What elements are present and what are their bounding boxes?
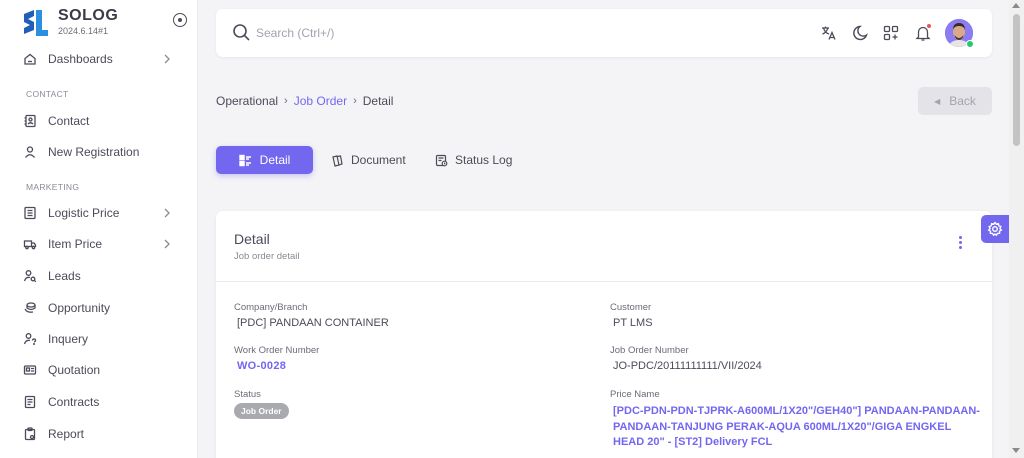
brand-version: 2024.6.14#1 (58, 26, 109, 36)
truck-icon (22, 236, 38, 252)
sidebar-item-contracts[interactable]: Contracts (22, 389, 180, 415)
job-order-number-value: JO-PDC/20111111111/VII/2024 (613, 360, 762, 372)
tab-document[interactable]: Document (330, 146, 406, 174)
back-button[interactable]: ◀ Back (918, 87, 992, 115)
sidebar-item-label: Report (48, 427, 85, 441)
solog-logo (24, 10, 48, 36)
sidebar-item-label: Inquery (48, 332, 89, 346)
tab-detail[interactable]: Detail (216, 146, 313, 174)
id-card-icon (22, 362, 38, 378)
translate-icon[interactable] (818, 22, 840, 44)
documents-icon (330, 153, 344, 167)
search-icon[interactable] (232, 23, 251, 42)
chevron-right-icon (164, 239, 170, 249)
customizer-settings-button[interactable] (981, 215, 1009, 243)
scroll-down-arrow-icon[interactable] (1012, 448, 1020, 453)
card-subtitle: Job order detail (234, 251, 300, 262)
scroll-up-arrow-icon[interactable] (1012, 3, 1020, 8)
search-input[interactable] (256, 23, 556, 43)
section-label-contact: CONTACT (26, 89, 69, 99)
job-order-number-label: Job Order Number (610, 345, 689, 356)
section-label-marketing: MARKETING (26, 182, 80, 192)
notification-dot (926, 23, 932, 29)
more-options-icon[interactable] (956, 236, 964, 250)
scrollbar-thumb[interactable] (1013, 14, 1020, 146)
price-name-link[interactable]: [PDC-PDN-PDN-TJPRK-A600ML/1X20"/GEH40"] … (613, 404, 983, 451)
card-title: Detail (234, 231, 270, 247)
chevron-right-icon (164, 208, 170, 218)
breadcrumb-separator: › (284, 95, 288, 107)
user-icon (22, 144, 38, 160)
work-order-number-label: Work Order Number (234, 345, 320, 356)
company-branch-value: [PDC] PANDAAN CONTAINER (237, 317, 389, 329)
detail-card: Detail Job order detail Company/Branch [… (216, 211, 992, 458)
tab-label: Document (351, 153, 406, 167)
sidebar-item-dashboards[interactable]: Dashboards (22, 46, 180, 72)
sidebar-item-report[interactable]: Report (22, 421, 180, 447)
list-details-icon (239, 153, 253, 167)
sidebar-item-label: Quotation (48, 363, 101, 377)
moon-icon[interactable] (849, 22, 871, 44)
brand-name: SOLOG (58, 7, 119, 24)
breadcrumb-job-order-link[interactable]: Job Order (294, 94, 347, 108)
document-icon (22, 394, 38, 410)
sidebar-item-leads[interactable]: Leads (22, 263, 180, 289)
breadcrumb: Operational › Job Order › Detail (216, 94, 393, 108)
breadcrumb-root: Operational (216, 94, 279, 108)
customer-value: PT LMS (613, 317, 653, 329)
contact-book-icon (22, 113, 38, 129)
list-icon (22, 205, 38, 221)
gear-icon (987, 221, 1003, 237)
customer-label: Customer (610, 302, 652, 313)
breadcrumb-current: Detail (362, 94, 394, 108)
breadcrumb-separator: › (353, 95, 357, 107)
price-name-label: Price Name (610, 389, 660, 400)
sidebar-item-opportunity[interactable]: Opportunity (22, 295, 180, 321)
sidebar-item-label: New Registration (48, 145, 140, 159)
sidebar-item-item-price[interactable]: Item Price (22, 231, 180, 257)
coins-icon (22, 300, 38, 316)
sidebar-item-label: Item Price (48, 237, 103, 251)
sidebar-item-label: Contracts (48, 395, 100, 409)
status-log-icon (434, 153, 448, 167)
page-scrollbar[interactable] (1009, 0, 1024, 458)
sidebar-item-label: Logistic Price (48, 206, 120, 220)
company-branch-label: Company/Branch (234, 302, 308, 313)
chevron-right-icon (164, 54, 170, 64)
grid-add-icon[interactable] (880, 22, 902, 44)
topbar (216, 9, 992, 57)
user-search-icon (22, 268, 38, 284)
divider (216, 281, 992, 282)
sidebar-item-label: Opportunity (48, 301, 111, 315)
work-order-number-link[interactable]: WO-0028 (237, 360, 286, 372)
status-badge: Job Order (234, 403, 289, 419)
sidebar-item-inquery[interactable]: Inquery (22, 326, 180, 352)
sidebar-item-new-registration[interactable]: New Registration (22, 139, 180, 165)
status-label: Status (234, 389, 261, 400)
home-icon (22, 51, 38, 67)
sidebar-item-quotation[interactable]: Quotation (22, 357, 180, 383)
sidebar-item-label: Dashboards (48, 52, 113, 66)
sidebar-item-contact[interactable]: Contact (22, 108, 180, 134)
tab-status-log[interactable]: Status Log (434, 146, 512, 174)
sidebar-item-label: Leads (48, 269, 81, 283)
caret-left-icon: ◀ (934, 96, 941, 106)
tab-label: Status Log (455, 153, 513, 167)
sidebar-collapse-toggle[interactable] (173, 13, 187, 27)
bell-icon[interactable] (912, 22, 934, 44)
back-button-label: Back (949, 94, 976, 108)
sidebar-item-logistic-price[interactable]: Logistic Price (22, 200, 180, 226)
online-status-dot (966, 40, 974, 48)
tab-label: Detail (259, 153, 291, 167)
sidebar: SOLOG 2024.6.14#1 Dashboards CONTACT Con… (0, 0, 198, 458)
clipboard-icon (22, 426, 38, 442)
user-question-icon (22, 331, 38, 347)
brand[interactable]: SOLOG 2024.6.14#1 (18, 6, 188, 40)
sidebar-item-label: Contact (48, 114, 90, 128)
